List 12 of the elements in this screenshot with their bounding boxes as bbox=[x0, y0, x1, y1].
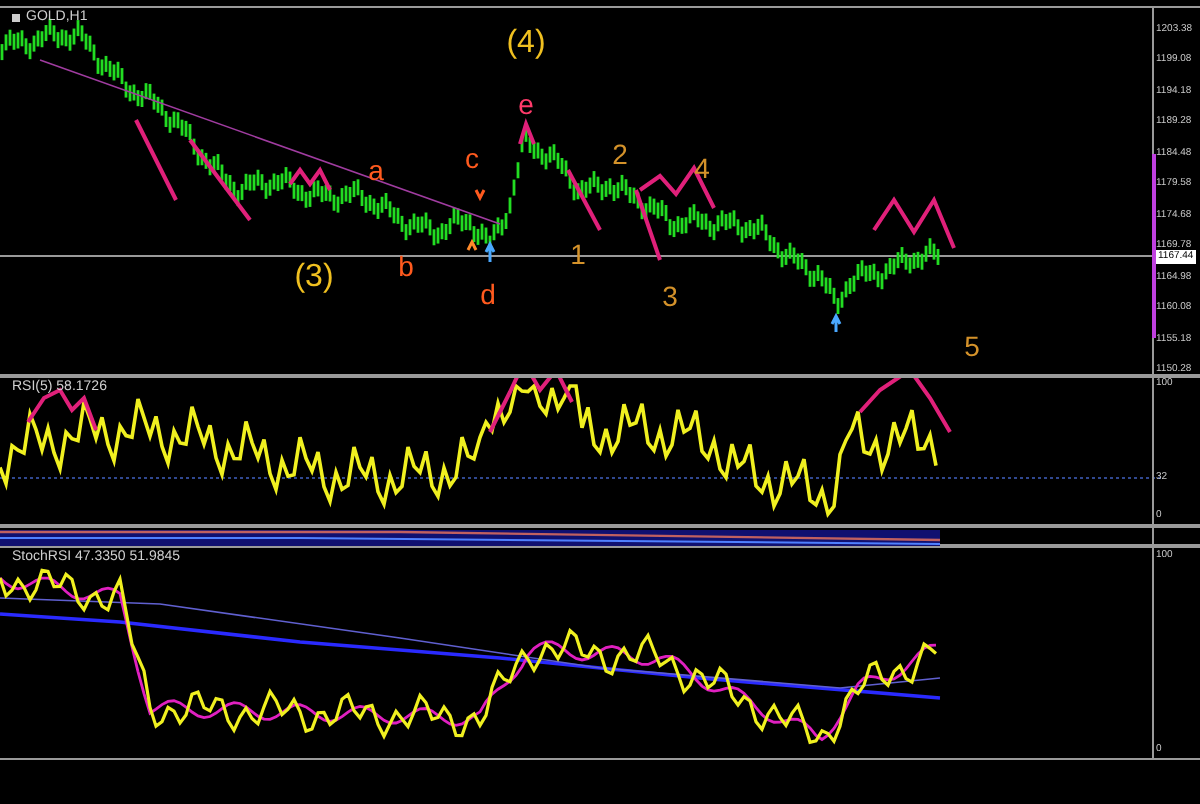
wave-label: b bbox=[398, 252, 414, 280]
wave-label: c bbox=[465, 144, 479, 172]
wave-label: d bbox=[480, 280, 496, 308]
chart-icon bbox=[12, 13, 20, 21]
wave-label: a bbox=[368, 156, 384, 184]
wave-label: e bbox=[518, 90, 534, 118]
wave-label: 3 bbox=[662, 282, 678, 310]
wave-label: 2 bbox=[612, 140, 628, 168]
wave-label: (4) bbox=[506, 28, 546, 60]
wave-label: (3) bbox=[294, 262, 334, 294]
wave-label: 5 bbox=[964, 332, 980, 360]
wave-label: 4 bbox=[694, 154, 710, 182]
